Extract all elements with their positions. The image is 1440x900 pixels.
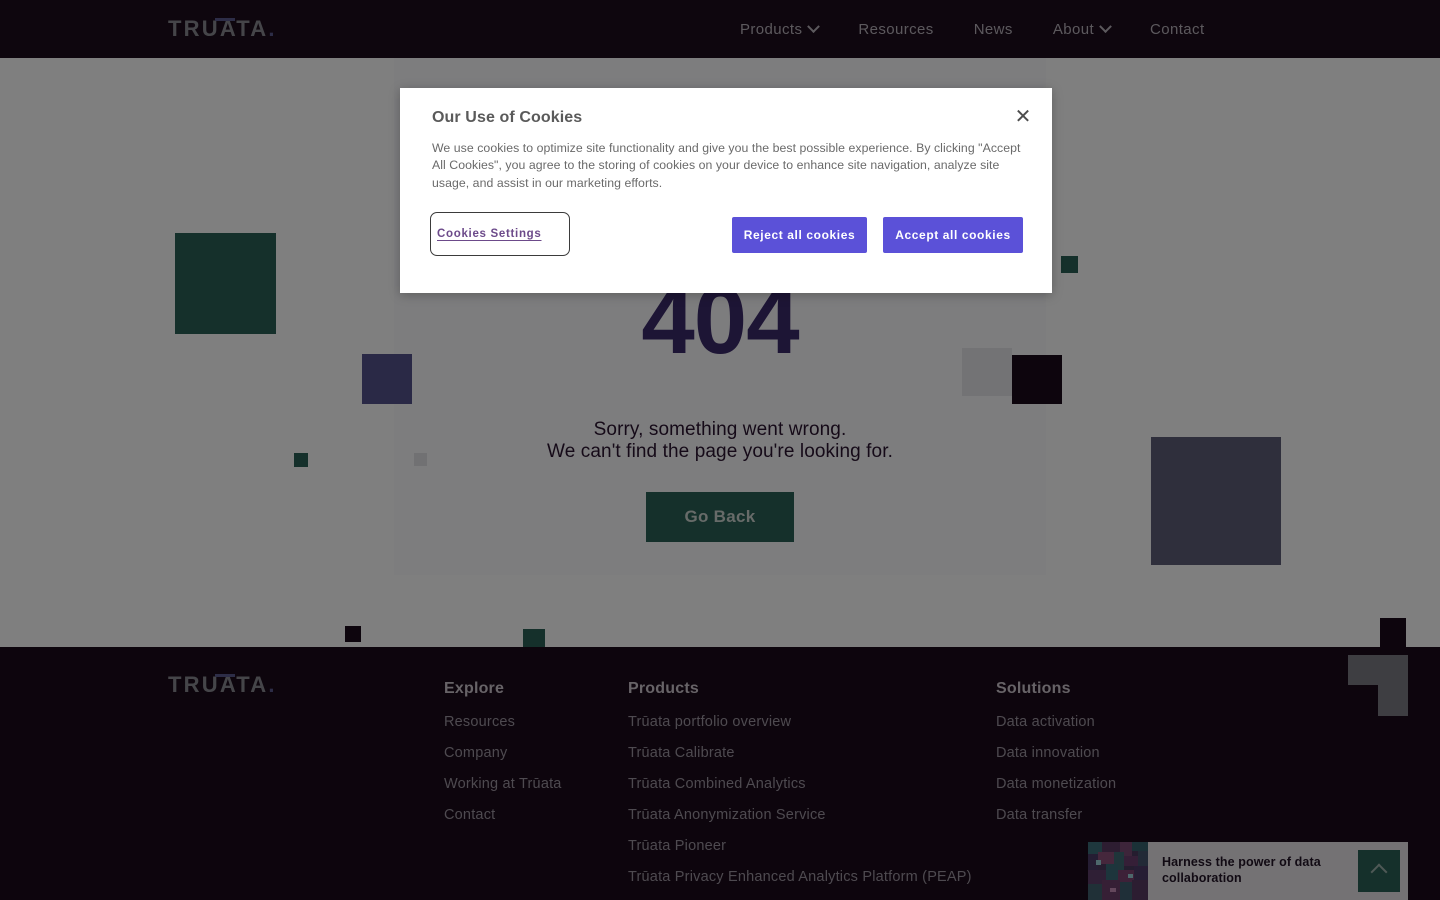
cookies-settings-label: Cookies Settings [437, 228, 542, 240]
cookie-dialog-title: Our Use of Cookies [432, 109, 583, 126]
accept-all-cookies-button[interactable]: Accept all cookies [883, 217, 1023, 253]
cookie-dialog-body: We use cookies to optimize site function… [432, 141, 1021, 190]
close-icon[interactable]: ✕ [1011, 105, 1035, 129]
reject-all-cookies-button[interactable]: Reject all cookies [732, 217, 867, 253]
cookies-settings-button[interactable]: Cookies Settings [430, 212, 570, 256]
cookie-consent-dialog: Our Use of Cookies ✕ We use cookies to o… [400, 88, 1052, 293]
